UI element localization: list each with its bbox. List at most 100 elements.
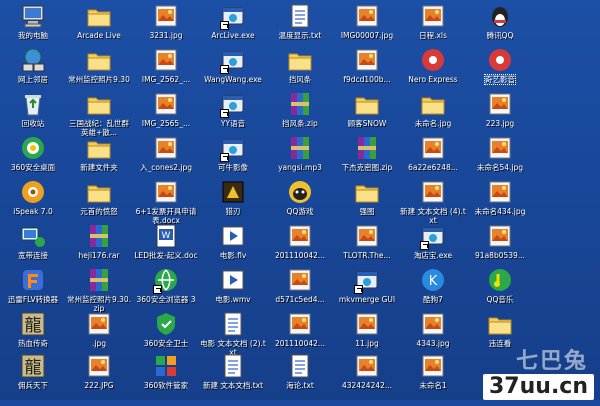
desktop-icon-label: 新建文件夹 bbox=[80, 163, 118, 172]
desktop-icon-label: 3231.jpg bbox=[149, 31, 183, 40]
desktop-icon[interactable]: 新建 文本文档.txt bbox=[200, 352, 266, 406]
image-file-icon bbox=[286, 266, 314, 294]
software-manager-icon bbox=[152, 352, 180, 380]
desktop-icon[interactable]: 龍佣兵天下 bbox=[0, 352, 66, 406]
desktop-icon-label: iSpeak 7.0 bbox=[13, 207, 53, 216]
text-file-icon bbox=[219, 352, 247, 380]
video-file-icon bbox=[219, 266, 247, 294]
image-file-icon bbox=[353, 310, 381, 338]
svg-text:K: K bbox=[429, 274, 438, 289]
application-icon bbox=[219, 46, 247, 74]
desktop-icon[interactable]: 海论.txt bbox=[267, 352, 333, 406]
360-browser-icon bbox=[152, 266, 180, 294]
image-file-icon bbox=[419, 352, 447, 380]
image-file-icon bbox=[419, 2, 447, 30]
application-icon bbox=[219, 2, 247, 30]
desktop-icon-label: 360安全卫士 bbox=[143, 339, 189, 348]
folder-icon bbox=[353, 90, 381, 118]
video-file-icon bbox=[219, 222, 247, 250]
image-file-icon bbox=[152, 2, 180, 30]
image-file-icon bbox=[286, 310, 314, 338]
archive-icon bbox=[286, 90, 314, 118]
desktop-icon[interactable]: 222.JPG bbox=[66, 352, 132, 406]
360-desktop-icon bbox=[19, 134, 47, 162]
desktop-icon-label: 违连看 bbox=[488, 339, 512, 348]
shortcut-arrow-icon bbox=[220, 109, 229, 118]
network-icon bbox=[19, 46, 47, 74]
desktop-icon-label: IMG_2562_... bbox=[141, 75, 191, 84]
image-file-icon bbox=[419, 134, 447, 162]
image-file-icon bbox=[152, 134, 180, 162]
desktop-icon-label: 迅雷FLV转换器 bbox=[7, 295, 59, 304]
flv-converter-icon bbox=[19, 266, 47, 294]
desktop-icon-label: 201110042... bbox=[274, 339, 326, 348]
desktop-icon-label: 360安全桌面 bbox=[10, 163, 56, 172]
desktop-icon-label: 11.jpg bbox=[355, 339, 379, 348]
desktop-icon-label: 360软件管家 bbox=[143, 381, 189, 390]
desktop-icon-label: 6a22e6248... bbox=[408, 163, 458, 172]
application-icon bbox=[219, 90, 247, 118]
desktop-icon-label: d571c5ed4... bbox=[275, 295, 325, 304]
image-file-icon bbox=[486, 134, 514, 162]
desktop-icon-label: 猎刃 bbox=[225, 207, 241, 216]
desktop-icon-label: 海论.txt bbox=[286, 381, 314, 390]
desktop-icon-label: LED批发-起义.doc bbox=[134, 251, 198, 260]
desktop-icon-label: 电影.flv bbox=[219, 251, 247, 260]
image-file-icon bbox=[353, 2, 381, 30]
archive-icon bbox=[85, 266, 113, 294]
desktop-icon[interactable]: 360软件管家 bbox=[133, 352, 199, 406]
desktop-icon-label: yangsi.mp3 bbox=[278, 163, 322, 172]
text-file-icon bbox=[286, 2, 314, 30]
folder-icon bbox=[85, 2, 113, 30]
desktop-icon-label: 201110042... bbox=[274, 251, 326, 260]
desktop-icon-label: 网上邻居 bbox=[18, 75, 48, 84]
shortcut-arrow-icon bbox=[153, 285, 162, 294]
svg-text:W: W bbox=[162, 231, 171, 241]
recycle-bin-icon bbox=[19, 90, 47, 118]
desktop-icon-label: 未命名.jpg bbox=[414, 119, 452, 128]
desktop-icon-label: 我的电脑 bbox=[18, 31, 48, 40]
desktop-icon-label: 佣兵天下 bbox=[18, 381, 48, 390]
desktop-icon-label: YY语音 bbox=[220, 119, 246, 128]
game-icon: 龍 bbox=[19, 310, 47, 338]
desktop-icon[interactable]: 432424242... bbox=[334, 352, 400, 406]
desktop-icon-label: 91a8b0539... bbox=[475, 251, 525, 260]
image-file-icon bbox=[85, 310, 113, 338]
360-security-icon bbox=[152, 310, 180, 338]
image-file-icon bbox=[152, 46, 180, 74]
desktop-icon-label: 下杰克密图.zip bbox=[341, 163, 393, 172]
nero-icon bbox=[486, 46, 514, 74]
desktop-icon-label: 热血传奇 bbox=[18, 339, 48, 348]
folder-icon bbox=[85, 134, 113, 162]
watermark-url: 37uu.cn bbox=[483, 374, 594, 400]
shortcut-arrow-icon bbox=[354, 285, 363, 294]
desktop-icon-label: 4343.jpg bbox=[416, 339, 450, 348]
shortcut-arrow-icon bbox=[420, 241, 429, 250]
desktop-icon-label: TLOTR.The... bbox=[343, 251, 391, 260]
desktop-background[interactable]: 我的电脑 网上邻居 回收站 360安全桌面 iSpeak 7.0 宽带连接 迅雷FLV转换器… bbox=[0, 0, 600, 400]
image-file-icon bbox=[486, 90, 514, 118]
image-file-icon bbox=[353, 352, 381, 380]
desktop-icon-label: 宽带连接 bbox=[18, 251, 48, 260]
watermark: 七巴兔 37uu.cn bbox=[444, 349, 594, 400]
image-file-icon bbox=[486, 222, 514, 250]
image-file-icon bbox=[353, 46, 381, 74]
desktop-icon-label: 新建 文本文档.txt bbox=[202, 381, 264, 390]
text-file-icon bbox=[286, 352, 314, 380]
application-icon bbox=[419, 222, 447, 250]
desktop-icon-label: 未命名54.jpg bbox=[476, 163, 524, 172]
broadband-icon bbox=[19, 222, 47, 250]
desktop-icon-label: 未命名434.jpg bbox=[474, 207, 526, 216]
desktop-icon-label: 元首的愤怒 bbox=[80, 207, 118, 216]
archive-icon bbox=[286, 134, 314, 162]
desktop-icon-label: ArcLive.exe bbox=[211, 31, 255, 40]
svg-text:龍: 龍 bbox=[25, 316, 42, 336]
desktop-icon-label: 未命名1 bbox=[419, 381, 447, 390]
watermark-brand: 七巴兔 bbox=[515, 349, 588, 374]
nero-icon bbox=[419, 46, 447, 74]
shortcut-arrow-icon bbox=[220, 153, 229, 162]
word-doc-icon: W bbox=[152, 222, 180, 250]
shortcut-arrow-icon bbox=[220, 21, 229, 30]
desktop-icon-label: 强图 bbox=[359, 207, 375, 216]
archive-icon bbox=[353, 134, 381, 162]
